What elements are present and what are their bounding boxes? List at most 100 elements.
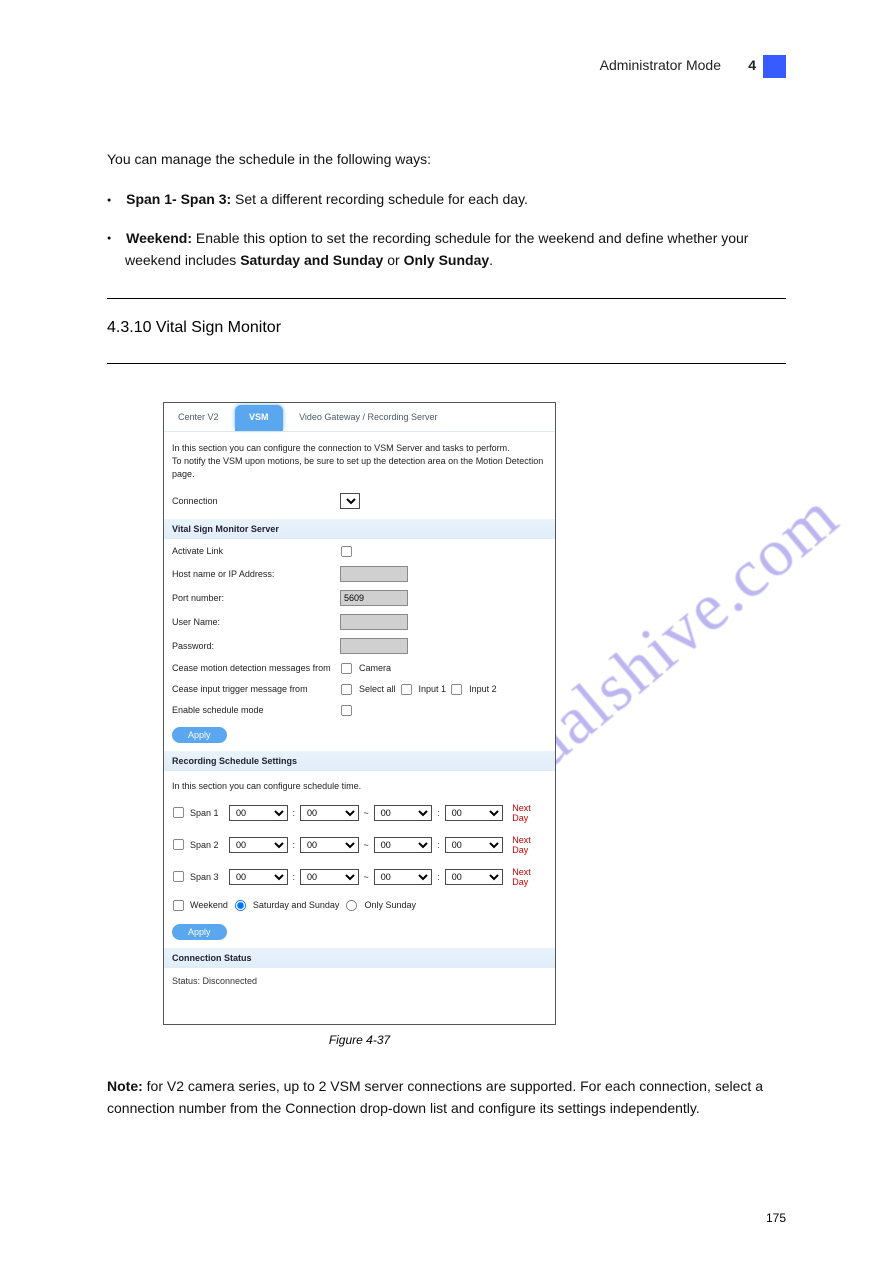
weekend-opt2[interactable]: Only Sunday [345,899,416,912]
colon-sep: : [293,840,296,850]
list-item-body: Enable this option to set the recording … [125,230,748,268]
list-item: Weekend: Enable this option to set the r… [107,227,786,272]
colon-sep: : [293,808,296,818]
divider [107,298,786,299]
panel-intro-line: In this section you can configure the co… [172,442,547,455]
tab-video-gateway[interactable]: Video Gateway / Recording Server [285,403,451,431]
span1-hour-end[interactable]: 00 [374,805,433,821]
username-row: User Name: [164,610,555,634]
select-all-label: Select all [359,684,396,694]
tab-center-v2[interactable]: Center V2 [164,403,233,431]
span2-row: Span 2 00 : 00 ~ 00 : 00 Next Day [164,829,555,861]
weekend-opt1-label: Saturday and Sunday [253,900,340,910]
weekend-radio-only-sun[interactable] [346,900,357,911]
note-label: Note: [107,1078,143,1094]
connection-select[interactable]: 1 [340,493,360,509]
chapter-number: 4 [748,57,756,73]
enable-schedule-label: Enable schedule mode [172,705,340,715]
next-day-label: Next Day [512,803,547,823]
camera-label: Camera [359,663,391,673]
span2-checkbox[interactable] [173,839,184,850]
username-input[interactable] [340,614,408,630]
password-label: Password: [172,641,340,651]
span3-hour-end[interactable]: 00 [374,869,433,885]
span1-row: Span 1 00 : 00 ~ 00 : 00 Next Day [164,797,555,829]
span1-label: Span 1 [190,808,219,818]
port-row: Port number: [164,586,555,610]
span3-min-start[interactable]: 00 [300,869,359,885]
document-page: manualshive.com 4 Administrator Mode You… [0,0,893,1263]
span2-min-end[interactable]: 00 [445,837,504,853]
chapter-header: 4 Administrator Mode [107,50,786,88]
tab-vsm[interactable]: VSM [235,405,283,429]
enable-schedule-row: Enable schedule mode [164,700,555,721]
weekend-checkbox[interactable] [173,900,184,911]
cease-input-label: Cease input trigger message from [172,684,340,694]
enable-schedule-checkbox[interactable] [341,705,352,716]
input1-checkbox[interactable] [401,684,412,695]
host-input[interactable] [340,566,408,582]
span3-min-end[interactable]: 00 [445,869,504,885]
section-connection-status: Connection Status [164,948,555,968]
span3-label: Span 3 [190,872,219,882]
activate-link-checkbox[interactable] [341,546,352,557]
vsm-settings-screenshot: Center V2 VSM Video Gateway / Recording … [163,402,556,1025]
next-day-label: Next Day [512,835,547,855]
host-row: Host name or IP Address: [164,562,555,586]
colon-sep: : [293,872,296,882]
port-label: Port number: [172,593,340,603]
span2-min-start[interactable]: 00 [300,837,359,853]
apply-button[interactable]: Apply [172,924,227,940]
port-input[interactable] [340,590,408,606]
tilde-sep: ~ [364,840,369,850]
span2-label: Span 2 [190,840,219,850]
span1-hour-start[interactable]: 00 [229,805,288,821]
note-paragraph: Note: for V2 camera series, up to 2 VSM … [107,1075,786,1120]
span2-hour-end[interactable]: 00 [374,837,433,853]
span1-min-start[interactable]: 00 [300,805,359,821]
weekend-row: Weekend Saturday and Sunday Only Sunday [164,893,555,918]
connection-row: Connection 1 [164,489,555,513]
apply-button[interactable]: Apply [172,727,227,743]
section-vsm-server: Vital Sign Monitor Server [164,519,555,539]
cease-input-row: Cease input trigger message from Select … [164,679,555,700]
input2-checkbox[interactable] [451,684,462,695]
cease-motion-label: Cease motion detection messages from [172,663,340,673]
weekend-radio-sat-sun[interactable] [235,900,246,911]
divider [107,363,786,364]
section-recording-schedule: Recording Schedule Settings [164,751,555,771]
connection-label: Connection [172,496,340,506]
colon-sep: : [437,808,440,818]
span3-checkbox[interactable] [173,871,184,882]
chapter-color-block [763,55,786,78]
list-item: Span 1- Span 3: Set a different recordin… [107,188,786,210]
activate-link-row: Activate Link [164,541,555,562]
colon-sep: : [437,872,440,882]
camera-checkbox[interactable] [341,663,352,674]
chapter-title: Administrator Mode [600,57,721,73]
span3-hour-start[interactable]: 00 [229,869,288,885]
tab-strip: Center V2 VSM Video Gateway / Recording … [164,403,555,432]
schedule-subtext: In this section you can configure schedu… [164,773,555,797]
span1-min-end[interactable]: 00 [445,805,504,821]
span3-row: Span 3 00 : 00 ~ 00 : 00 Next Day [164,861,555,893]
note-text: for V2 camera series, up to 2 VSM server… [107,1078,763,1116]
cease-motion-row: Cease motion detection messages from Cam… [164,658,555,679]
weekend-label: Weekend [190,900,228,910]
status-text: Status: Disconnected [164,970,555,988]
span2-hour-start[interactable]: 00 [229,837,288,853]
input2-label: Input 2 [469,684,497,694]
span1-checkbox[interactable] [173,807,184,818]
password-input[interactable] [340,638,408,654]
section-heading: 4.3.10 Vital Sign Monitor [107,319,786,337]
panel-intro: In this section you can configure the co… [164,432,555,489]
select-all-checkbox[interactable] [341,684,352,695]
intro-line: You can manage the schedule in the follo… [107,148,786,170]
list-item-label: Weekend: [126,230,192,246]
activate-link-label: Activate Link [172,546,340,556]
weekend-opt1[interactable]: Saturday and Sunday [234,899,340,912]
username-label: User Name: [172,617,340,627]
figure-caption: Figure 4-37 [163,1033,556,1047]
list-item-label: Span 1- Span 3: [126,191,231,207]
tilde-sep: ~ [364,872,369,882]
